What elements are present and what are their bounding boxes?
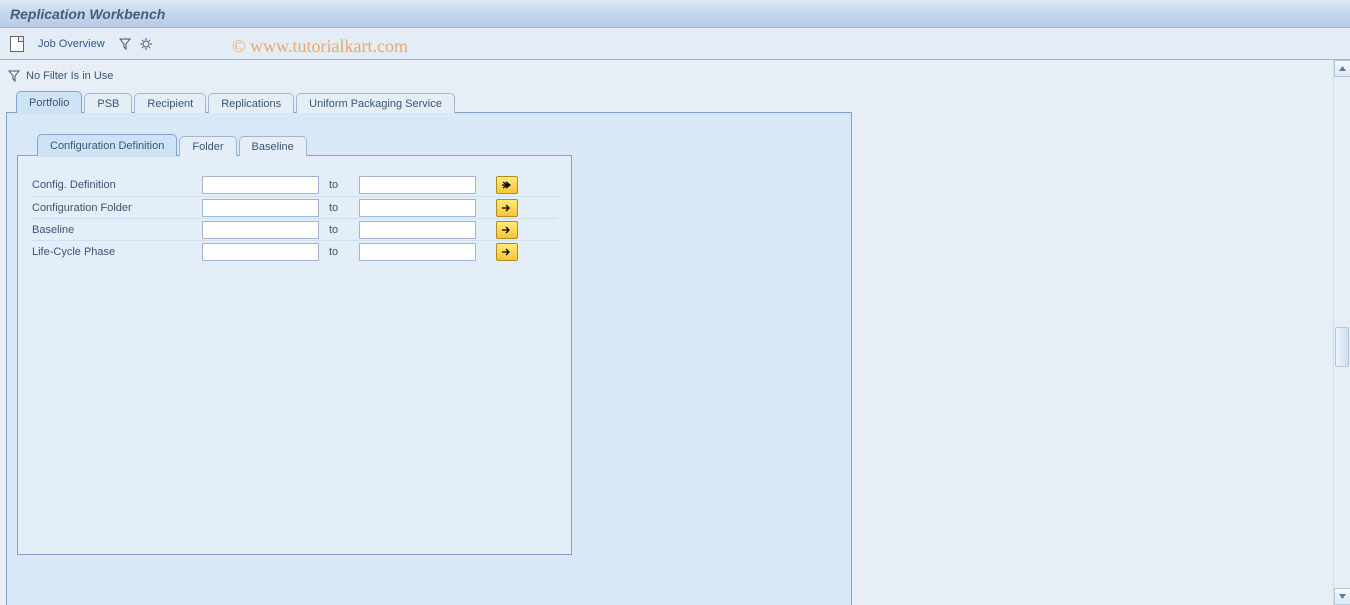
settings-icon[interactable] [139, 37, 153, 51]
tab-config-definition[interactable]: Configuration Definition [37, 134, 177, 156]
baseline-to-input[interactable] [359, 221, 476, 239]
job-overview-link[interactable]: Job Overview [32, 38, 111, 50]
multi-select-button[interactable] [496, 243, 518, 261]
row-configuration-folder: Configuration Folder to [30, 196, 559, 218]
tab-folder[interactable]: Folder [179, 136, 236, 156]
label-config-definition: Config. Definition [30, 179, 202, 191]
inner-tabstrip: Configuration Definition Folder Baseline [37, 134, 841, 156]
to-label: to [319, 246, 359, 258]
life-cycle-phase-from-input[interactable] [202, 243, 319, 261]
label-baseline: Baseline [30, 224, 202, 236]
configuration-folder-to-input[interactable] [359, 199, 476, 217]
row-baseline: Baseline to [30, 218, 559, 240]
document-icon[interactable] [10, 36, 24, 52]
tab-portfolio[interactable]: Portfolio [16, 91, 82, 113]
scrollbar-track[interactable] [1334, 77, 1350, 588]
tab-uniform-packaging-service[interactable]: Uniform Packaging Service [296, 93, 455, 113]
multi-select-button[interactable] [496, 199, 518, 217]
main-tabstrip: Portfolio PSB Recipient Replications Uni… [16, 91, 1344, 113]
to-label: to [319, 179, 359, 191]
page-title: Replication Workbench [10, 6, 165, 22]
tab-replications[interactable]: Replications [208, 93, 294, 113]
inner-wrap: Configuration Definition Folder Baseline… [17, 133, 841, 555]
scroll-down-button[interactable] [1334, 588, 1350, 605]
label-configuration-folder: Configuration Folder [30, 202, 202, 214]
config-definition-from-input[interactable] [202, 176, 319, 194]
main-tab-panel: Configuration Definition Folder Baseline… [6, 112, 852, 605]
toolbar: Job Overview [0, 28, 1350, 60]
config-definition-to-input[interactable] [359, 176, 476, 194]
content-area: No Filter Is in Use Portfolio PSB Recipi… [0, 60, 1350, 605]
title-bar: Replication Workbench [0, 0, 1350, 28]
to-label: to [319, 202, 359, 214]
row-config-definition: Config. Definition to [30, 174, 559, 196]
scrollbar-thumb[interactable] [1335, 327, 1349, 367]
life-cycle-phase-to-input[interactable] [359, 243, 476, 261]
filter-icon[interactable] [119, 38, 131, 50]
inner-tab-panel: Config. Definition to Configuration Fold… [17, 155, 572, 555]
baseline-from-input[interactable] [202, 221, 319, 239]
filter-status-line: No Filter Is in Use [6, 70, 1344, 82]
scroll-up-button[interactable] [1334, 60, 1350, 77]
to-label: to [319, 224, 359, 236]
tab-baseline[interactable]: Baseline [239, 136, 307, 156]
filter-status-text: No Filter Is in Use [26, 70, 113, 82]
multi-select-button[interactable] [496, 221, 518, 239]
row-life-cycle-phase: Life-Cycle Phase to [30, 240, 559, 262]
filter-status-icon[interactable] [8, 70, 20, 82]
configuration-folder-from-input[interactable] [202, 199, 319, 217]
tab-recipient[interactable]: Recipient [134, 93, 206, 113]
multi-select-button[interactable] [496, 176, 518, 194]
tab-psb[interactable]: PSB [84, 93, 132, 113]
vertical-scrollbar[interactable] [1333, 60, 1350, 605]
label-life-cycle-phase: Life-Cycle Phase [30, 246, 202, 258]
